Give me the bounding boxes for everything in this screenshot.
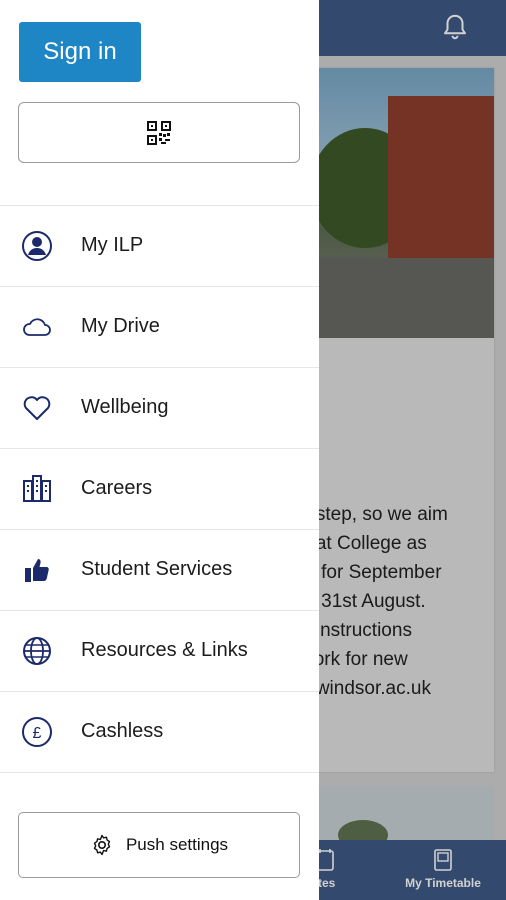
qr-code-icon [147, 120, 171, 145]
menu-item-my-ilp[interactable]: My ILP [0, 206, 319, 287]
cloud-icon [23, 318, 51, 336]
push-settings-button[interactable]: Push settings [18, 812, 300, 878]
buildings-icon [23, 475, 51, 502]
push-settings-label: Push settings [125, 835, 229, 854]
menu-item-wellbeing[interactable]: Wellbeing [0, 368, 319, 449]
svg-text:£: £ [33, 725, 42, 742]
thumbs-up-icon [25, 559, 49, 582]
heart-icon [23, 396, 51, 420]
globe-icon [23, 637, 51, 665]
side-drawer: Sign in My ILP My Drive Wellbeing Career… [0, 0, 319, 900]
menu-item-resources-links[interactable]: Resources & Links [0, 611, 319, 692]
pound-coin-icon: £ [22, 717, 52, 747]
menu-item-my-drive[interactable]: My Drive [0, 287, 319, 368]
gear-icon [93, 834, 111, 856]
menu-item-label: My Drive [81, 315, 160, 337]
menu-item-student-services[interactable]: Student Services [0, 530, 319, 611]
menu-item-label: Wellbeing [81, 396, 169, 418]
menu-item-label: Careers [81, 477, 153, 499]
menu-item-label: My ILP [81, 234, 144, 256]
drawer-menu: My ILP My Drive Wellbeing Careers Studen… [0, 205, 319, 773]
menu-item-careers[interactable]: Careers [0, 449, 319, 530]
user-circle-icon [22, 231, 52, 261]
sign-in-button[interactable]: Sign in [19, 22, 141, 82]
qr-code-button[interactable] [18, 102, 300, 163]
menu-item-cashless[interactable]: £ Cashless [0, 692, 319, 773]
menu-item-label: Resources & Links [81, 639, 248, 661]
menu-item-label: Cashless [81, 720, 164, 742]
menu-item-label: Student Services [81, 558, 233, 580]
